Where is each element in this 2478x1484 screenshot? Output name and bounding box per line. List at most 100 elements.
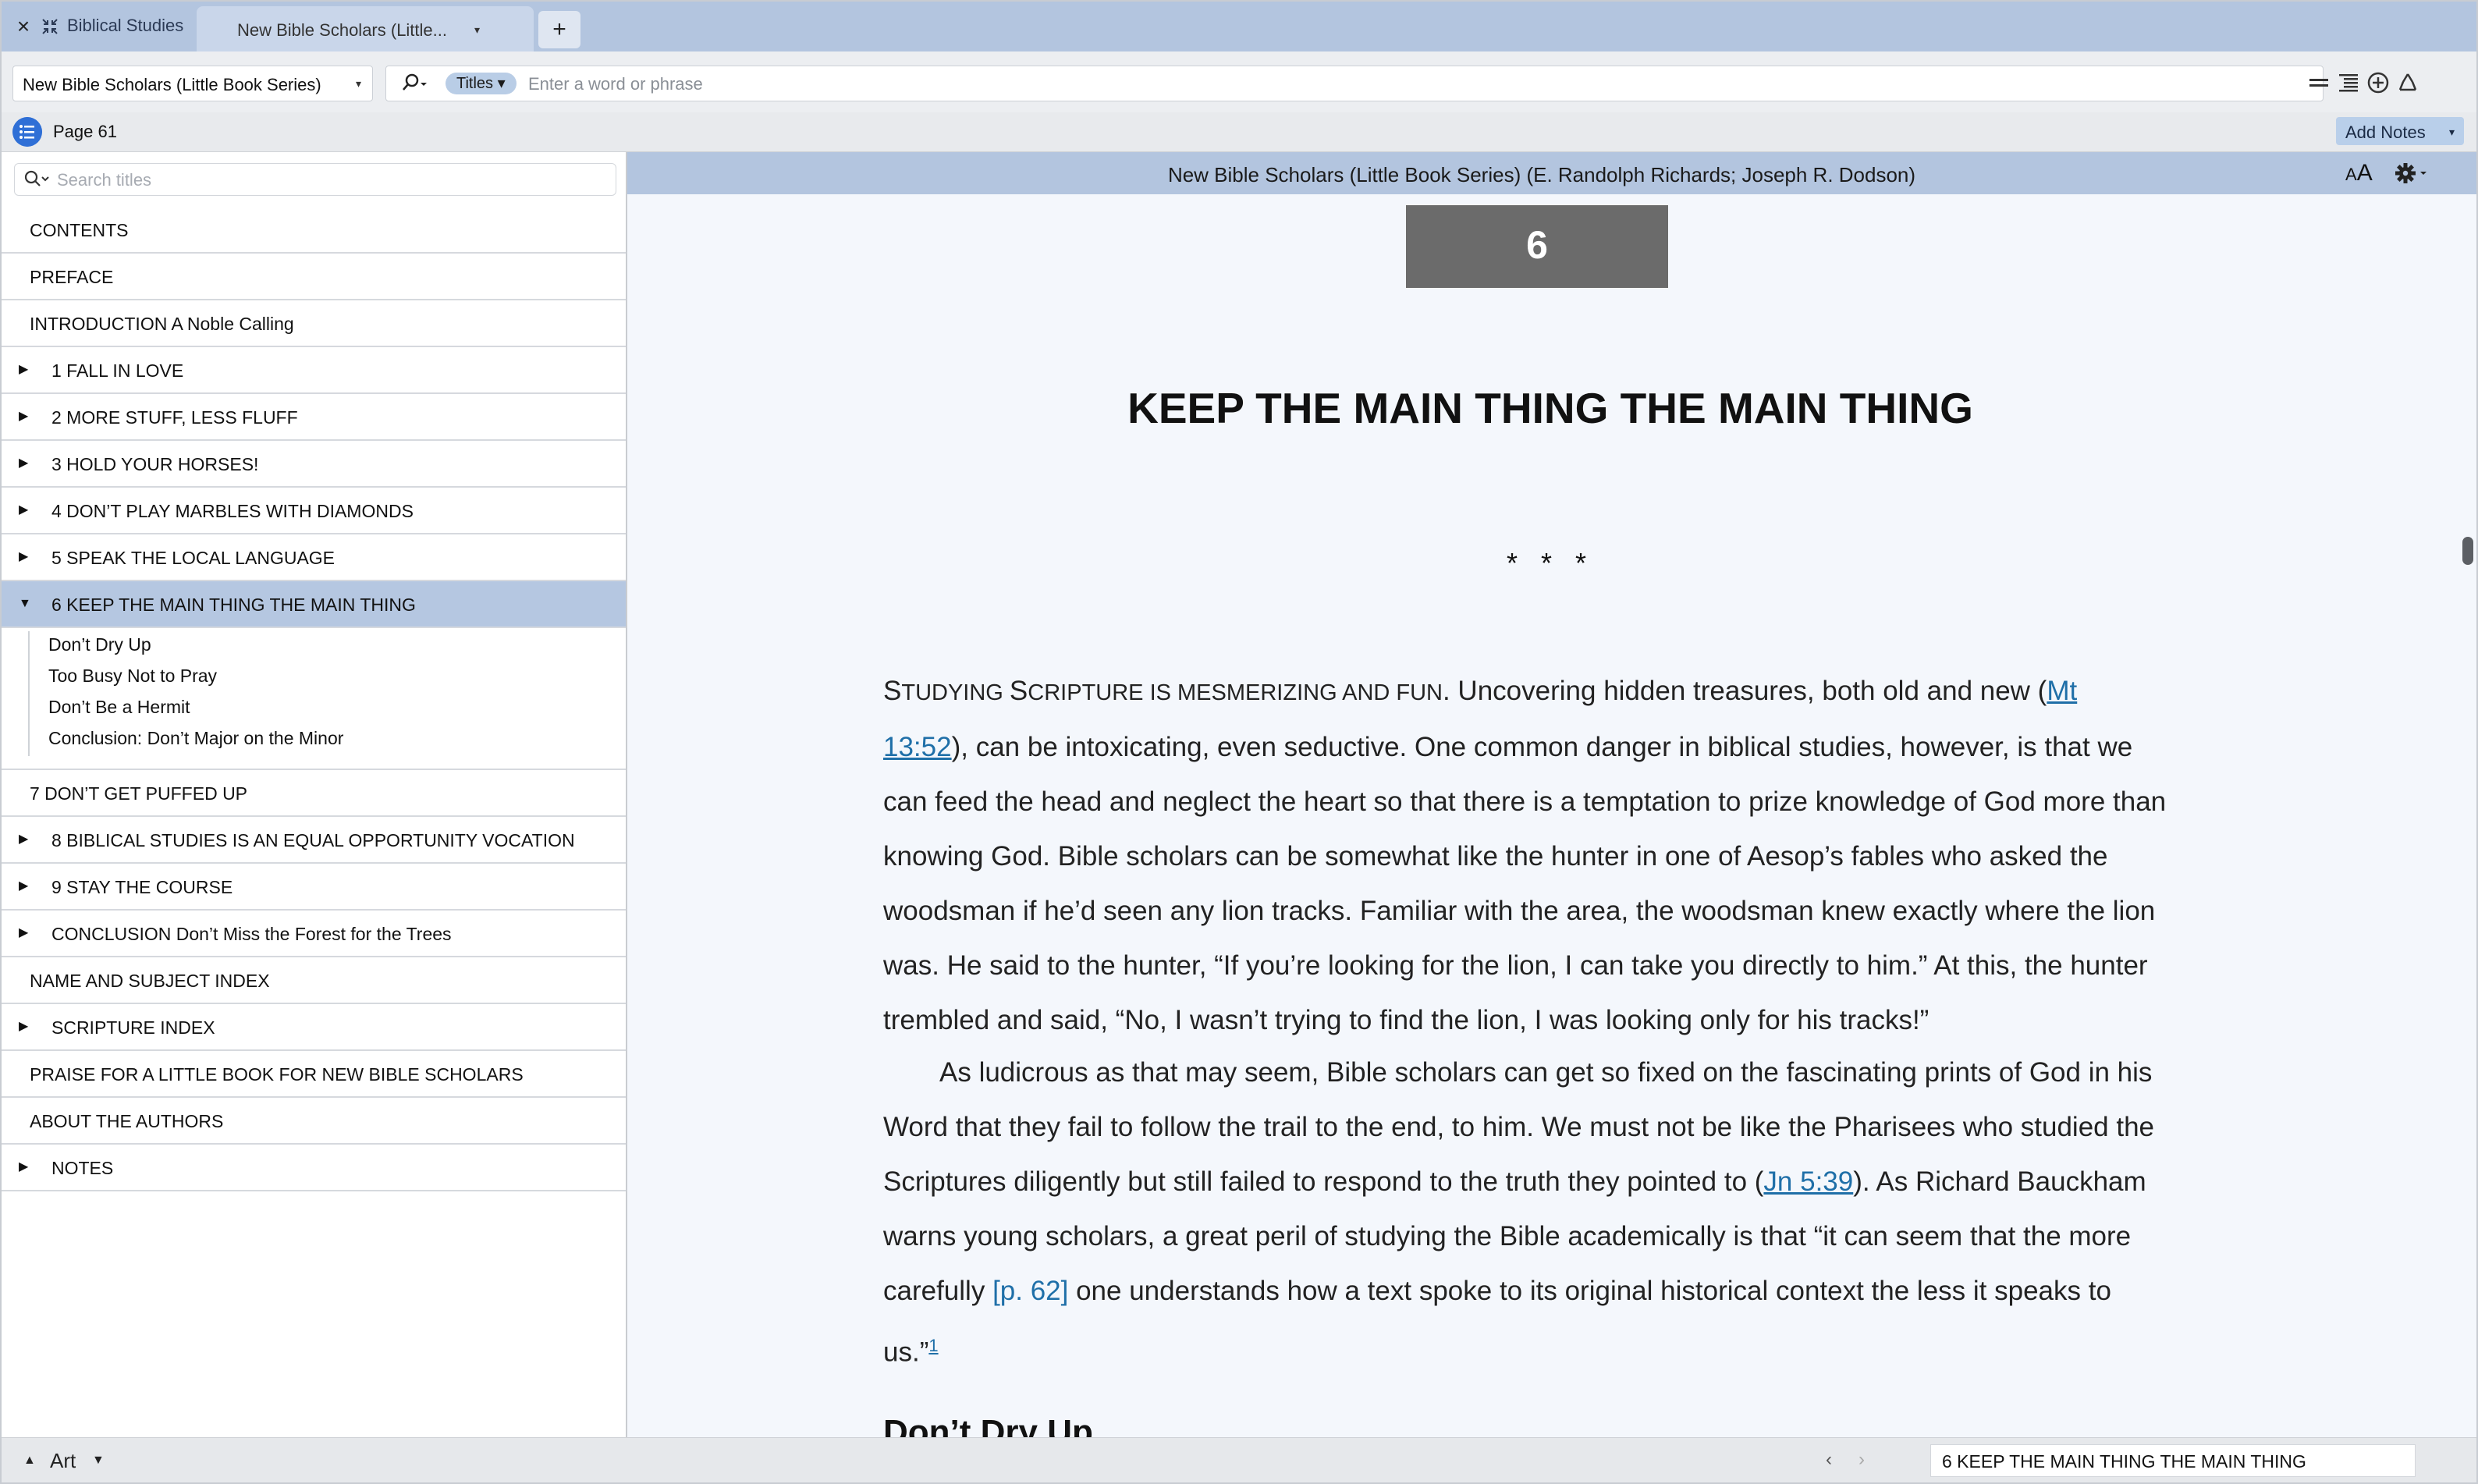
- toc-subitem[interactable]: Conclusion: Don’t Major on the Minor: [48, 728, 343, 749]
- search-titles-field[interactable]: [14, 163, 616, 196]
- chevron-down-icon: ▾: [2448, 126, 2455, 138]
- table-of-contents-toggle-icon[interactable]: [12, 117, 42, 147]
- footnote-link[interactable]: 1: [928, 1336, 938, 1355]
- toc-item-label: CONCLUSION Don’t Miss the Forest for the…: [51, 924, 452, 944]
- toc-item-label: NAME AND SUBJECT INDEX: [30, 971, 270, 991]
- toc-item-label: SCRIPTURE INDEX: [51, 1017, 215, 1038]
- new-tab-button[interactable]: +: [538, 11, 580, 48]
- expand-triangle-icon[interactable]: ▶: [19, 925, 28, 940]
- toc-item[interactable]: ABOUT THE AUTHORS: [2, 1098, 626, 1145]
- expand-triangle-icon[interactable]: ▶: [19, 549, 28, 564]
- page-bar: Page 61 Add Notes ▾: [2, 112, 2476, 152]
- toc-item-label: 2 MORE STUFF, LESS FLUFF: [51, 407, 298, 428]
- expand-triangle-icon[interactable]: ▶: [19, 878, 28, 893]
- next-page-icon[interactable]: ›: [1858, 1449, 1865, 1471]
- resource-search-bar: Titles ▾: [385, 66, 2324, 101]
- search-type-icon[interactable]: [397, 72, 428, 95]
- expand-triangle-icon[interactable]: ▶: [19, 831, 28, 847]
- reader-scrollbar[interactable]: [2462, 537, 2473, 565]
- toc-item[interactable]: 7 DON’T GET PUFFED UP: [2, 770, 626, 817]
- tab-group-arrange-icon[interactable]: [41, 17, 59, 36]
- toc-item-label: 4 DON’T PLAY MARBLES WITH DIAMONDS: [51, 501, 414, 521]
- location-label: 6 KEEP THE MAIN THING THE MAIN THING: [1942, 1451, 2306, 1472]
- visual-filters-icon[interactable]: [2336, 70, 2361, 95]
- search-icon: [24, 170, 49, 186]
- toc-item-label: INTRODUCTION A Noble Calling: [30, 314, 294, 334]
- scripture-link-jn-5-39[interactable]: Jn 5:39: [1763, 1166, 1853, 1197]
- toc-item[interactable]: ▶ SCRIPTURE INDEX: [2, 1004, 626, 1051]
- toc-item[interactable]: NAME AND SUBJECT INDEX: [2, 957, 626, 1004]
- app-window: × Biblical Studies New Bible Scholars (L…: [2, 2, 2476, 1482]
- status-bar: ▲ Art ▼ ‹ › 6 KEEP THE MAIN THING THE MA…: [2, 1437, 2476, 1482]
- toc-item-label: 1 FALL IN LOVE: [51, 360, 184, 381]
- add-panel-icon[interactable]: [2366, 70, 2391, 95]
- expand-triangle-icon[interactable]: ▶: [19, 408, 28, 424]
- toc-item[interactable]: ▼ 6 KEEP THE MAIN THING THE MAIN THING: [2, 581, 626, 628]
- parallel-resources-icon[interactable]: [2306, 70, 2331, 95]
- art-panel-label[interactable]: Art: [50, 1449, 76, 1473]
- toc-item[interactable]: PREFACE: [2, 254, 626, 300]
- toc-sidebar: CONTENTS PREFACE INTRODUCTION A Noble Call…: [2, 152, 627, 1437]
- add-notes-button[interactable]: Add Notes ▾: [2336, 117, 2464, 145]
- expand-triangle-icon[interactable]: ▶: [19, 455, 28, 470]
- expand-triangle-icon[interactable]: ▶: [19, 502, 28, 517]
- toc-item-label: 6 KEEP THE MAIN THING THE MAIN THING: [51, 595, 416, 615]
- toc-item[interactable]: CONTENTS: [2, 207, 626, 254]
- toc-item-label: PRAISE FOR A LITTLE BOOK FOR NEW BIBLE S…: [30, 1064, 524, 1085]
- page-indicator[interactable]: Page 61: [53, 122, 117, 142]
- toc-item[interactable]: ▶ 9 STAY THE COURSE: [2, 864, 626, 911]
- toc-subitem[interactable]: Don’t Dry Up: [48, 634, 151, 655]
- chapter-number-box: 6: [1406, 205, 1668, 288]
- resource-toolbar: New Bible Scholars (Little Book Series) …: [2, 51, 2476, 113]
- book-title: New Bible Scholars (Little Book Series) …: [1167, 163, 1916, 186]
- location-field[interactable]: 6 KEEP THE MAIN THING THE MAIN THING: [1930, 1444, 2416, 1477]
- font-size-button[interactable]: AA: [2345, 160, 2373, 186]
- scope-label: Titles: [456, 75, 494, 92]
- toc-item[interactable]: ▶ 4 DON’T PLAY MARBLES WITH DIAMONDS: [2, 488, 626, 534]
- toc-item-label: PREFACE: [30, 267, 114, 287]
- tab-group-label[interactable]: Biblical Studies: [67, 16, 183, 36]
- page-marker: [p. 62]: [992, 1276, 1069, 1306]
- collapse-triangle-icon[interactable]: ▼: [19, 597, 31, 611]
- chevron-down-icon: ▾: [355, 77, 361, 90]
- toc-item[interactable]: ▶ 5 SPEAK THE LOCAL LANGUAGE: [2, 534, 626, 581]
- chapter-number: 6: [1526, 223, 1548, 267]
- toc-item-label: NOTES: [51, 1158, 114, 1178]
- toc-item-label: ABOUT THE AUTHORS: [30, 1111, 224, 1131]
- toc-subitem[interactable]: Too Busy Not to Pray: [48, 666, 217, 687]
- toc-item[interactable]: ▶ 8 BIBLICAL STUDIES IS AN EQUAL OPPORTUN…: [2, 817, 626, 864]
- toc-list: CONTENTS PREFACE INTRODUCTION A Noble Call…: [2, 207, 626, 1191]
- previous-page-icon[interactable]: ‹: [1826, 1449, 1832, 1471]
- search-titles-input[interactable]: [55, 168, 605, 193]
- toc-item[interactable]: ▶ 3 HOLD YOUR HORSES!: [2, 441, 626, 488]
- reader-pane: New Bible Scholars (Little Book Series) …: [627, 152, 2476, 1437]
- tab-new-bible-scholars[interactable]: New Bible Scholars (Little... ▾: [197, 6, 534, 51]
- search-input[interactable]: [527, 71, 2309, 98]
- reader-header: New Bible Scholars (Little Book Series) …: [627, 152, 2476, 194]
- section-ornament: * * *: [1506, 547, 1595, 579]
- resource-selector[interactable]: New Bible Scholars (Little Book Series) …: [12, 66, 373, 101]
- toc-item-label: 9 STAY THE COURSE: [51, 877, 233, 897]
- paragraph-1: STUDYING SCRIPTURE IS MESMERIZING AND FU…: [883, 676, 2167, 1035]
- toc-item[interactable]: ▶ NOTES: [2, 1145, 626, 1191]
- toc-item[interactable]: PRAISE FOR A LITTLE BOOK FOR NEW BIBLE S…: [2, 1051, 626, 1098]
- tab-menu-chevron-icon[interactable]: ▾: [474, 23, 480, 37]
- paragraph-2: As ludicrous as that may seem, Bible sch…: [883, 1057, 2155, 1368]
- chevron-down-icon[interactable]: ▼: [92, 1454, 105, 1468]
- recycle-icon[interactable]: [2395, 70, 2420, 95]
- toc-item[interactable]: ▶ 1 FALL IN LOVE: [2, 347, 626, 394]
- close-tab-group-icon[interactable]: ×: [12, 16, 34, 37]
- expand-triangle-icon[interactable]: ▶: [19, 1018, 28, 1034]
- expand-triangle-icon[interactable]: ▶: [19, 361, 28, 377]
- gear-icon[interactable]: [2392, 160, 2431, 186]
- search-scope-dropdown[interactable]: Titles ▾: [446, 73, 517, 94]
- toc-item-label: 3 HOLD YOUR HORSES!: [51, 454, 259, 474]
- toc-item[interactable]: ▶ CONCLUSION Don’t Miss the Forest for th…: [2, 911, 626, 957]
- expand-triangle-icon[interactable]: ▶: [19, 1159, 28, 1174]
- toc-subitem[interactable]: Don’t Be a Hermit: [48, 697, 190, 718]
- section-heading: Don’t Dry Up: [883, 1413, 1093, 1437]
- add-notes-label: Add Notes: [2345, 122, 2426, 142]
- toc-item[interactable]: ▶ 2 MORE STUFF, LESS FLUFF: [2, 394, 626, 441]
- toc-item[interactable]: INTRODUCTION A Noble Calling: [2, 300, 626, 347]
- expand-up-icon[interactable]: ▲: [23, 1454, 36, 1468]
